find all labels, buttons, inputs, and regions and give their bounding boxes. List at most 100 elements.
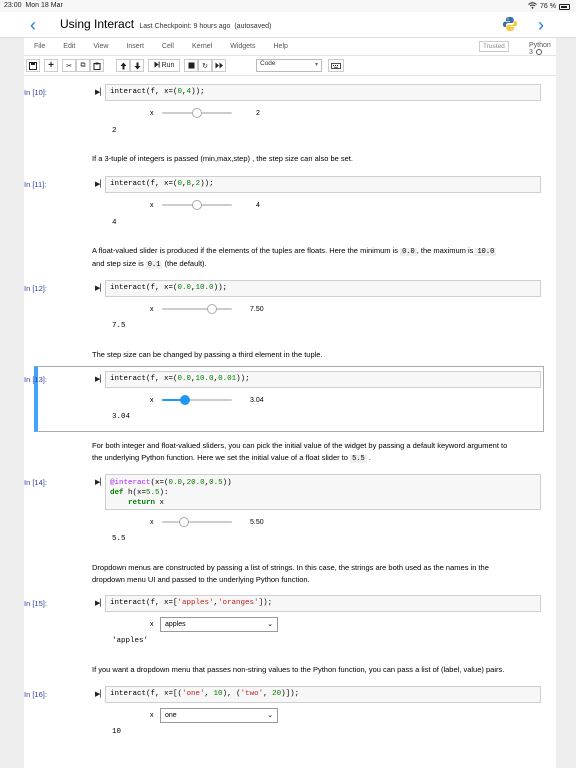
- slider-track: [162, 521, 232, 523]
- markdown-cell: The step size can be changed by passing …: [92, 349, 542, 361]
- widget-label: x: [150, 202, 154, 209]
- slider-thumb[interactable]: [192, 200, 202, 210]
- widget-label: x: [150, 519, 154, 526]
- code-cell-input[interactable]: interact(f, x=[('one', 10), ('two', 20)]…: [105, 686, 541, 703]
- wifi-icon: [528, 2, 537, 11]
- markdown-text: (the default).: [164, 259, 207, 268]
- status-bar: 23:00 Mon 18 Mar 76 %: [0, 0, 576, 12]
- markdown-text: , the maximum is: [416, 246, 474, 255]
- back-chevron-icon[interactable]: ‹: [30, 15, 36, 36]
- code-cell-input[interactable]: interact(f, x=(0.0,10.0));: [105, 280, 541, 297]
- dropdown-value: one: [165, 712, 177, 719]
- slider-thumb[interactable]: [192, 108, 202, 118]
- notebook-title[interactable]: Using Interact: [60, 17, 134, 31]
- cell-prompt: In [14]:: [24, 478, 47, 487]
- cut-icon[interactable]: ✂: [62, 59, 76, 72]
- paste-icon[interactable]: [90, 59, 104, 72]
- notebook-title-area: Using Interact Last Checkpoint: 9 hours …: [60, 17, 271, 31]
- markdown-text: Dropdown menus are constructed by passin…: [92, 563, 489, 572]
- slider-track: [162, 308, 232, 310]
- status-time: 23:00 Mon 18 Mar: [4, 2, 63, 9]
- run-button[interactable]: Run: [148, 59, 180, 72]
- markdown-cell: If you want a dropdown menu that passes …: [92, 664, 542, 676]
- inline-code: 5.5: [350, 455, 367, 463]
- battery-icon: [559, 3, 570, 10]
- widget-label: x: [150, 306, 154, 313]
- battery-percent: 76 %: [540, 3, 556, 10]
- slider-thumb[interactable]: [178, 517, 189, 527]
- slider-thumb[interactable]: [207, 304, 217, 314]
- add-cell-icon[interactable]: +: [44, 59, 58, 72]
- slider-readout: 7.50: [250, 306, 264, 313]
- markdown-text: If a 3-tuple of integers is passed (min,…: [92, 154, 353, 163]
- slider-readout: 5.50: [250, 519, 264, 526]
- slider-thumb[interactable]: [180, 395, 191, 405]
- kernel-status-icon: [535, 49, 542, 55]
- menu-file[interactable]: File: [34, 43, 45, 50]
- chevron-down-icon: ▾: [314, 62, 318, 68]
- slider-readout: 4: [256, 202, 260, 209]
- code-cell-input[interactable]: interact(f, x=(0.0,10.0,0.01));: [105, 371, 541, 388]
- inline-code: 10.0: [475, 248, 497, 256]
- notebook-header: ‹ Using Interact Last Checkpoint: 9 hour…: [0, 12, 576, 38]
- code-cell-input[interactable]: interact(f, x=(0,4));: [105, 84, 541, 101]
- float-slider[interactable]: [162, 304, 232, 314]
- cell-output: 3.04: [112, 413, 131, 421]
- copy-icon[interactable]: ⧉: [76, 59, 90, 72]
- int-slider[interactable]: [162, 108, 232, 118]
- markdown-text: A float-valued slider is produced if the…: [92, 246, 398, 255]
- run-icon: [154, 61, 160, 70]
- menu-kernel[interactable]: Kernel: [192, 43, 212, 50]
- cell-type-select[interactable]: Code ▾: [256, 59, 322, 72]
- widget-label: x: [150, 621, 154, 628]
- cell-prompt: In [12]:: [24, 284, 47, 293]
- markdown-text: and step size is: [92, 259, 144, 268]
- code-cell-input[interactable]: interact(f, x=(0,8,2));: [105, 176, 541, 193]
- menu-view[interactable]: View: [93, 43, 108, 50]
- markdown-cell: Dropdown menus are constructed by passin…: [92, 562, 542, 586]
- cell-prompt: In [11]:: [24, 180, 47, 189]
- markdown-cell: If a 3-tuple of integers is passed (min,…: [92, 153, 542, 165]
- menu-widgets[interactable]: Widgets: [230, 43, 255, 50]
- markdown-cell: For both integer and float-valued slider…: [92, 441, 508, 463]
- move-up-icon[interactable]: [116, 59, 130, 72]
- keyboard-icon[interactable]: [328, 59, 344, 72]
- cell-output: 7.5: [112, 322, 126, 330]
- cell-prompt: In [15]:: [24, 599, 47, 608]
- code-cell-input[interactable]: @interact(x=(0.0,20.0,0.5)) def h(x=5.5)…: [105, 474, 541, 510]
- cell-output: 5.5: [112, 535, 126, 543]
- menu-list: File Edit View Insert Cell Kernel Widget…: [34, 43, 306, 50]
- widget-label: x: [150, 712, 154, 719]
- chevron-down-icon: ⌄: [267, 621, 273, 628]
- dropdown-select[interactable]: one ⌄: [160, 708, 278, 723]
- toolbar: + ✂ ⧉ Run ↻ Code ▾: [24, 56, 556, 76]
- fast-forward-icon[interactable]: [212, 59, 226, 72]
- menu-edit[interactable]: Edit: [63, 43, 75, 50]
- dropdown-select[interactable]: apples ⌄: [160, 617, 278, 632]
- python-logo-icon: [502, 16, 518, 32]
- code-cell-input[interactable]: interact(f, x=['apples','oranges']);: [105, 595, 541, 612]
- int-slider[interactable]: [162, 200, 232, 210]
- cell-prompt: In [16]:: [24, 690, 47, 699]
- menu-help[interactable]: Help: [274, 43, 288, 50]
- restart-icon[interactable]: ↻: [198, 59, 212, 72]
- float-slider[interactable]: [162, 395, 232, 405]
- slider-readout: 2: [256, 110, 260, 117]
- markdown-text: the underlying Python function. Here we …: [92, 453, 348, 462]
- cell-prompt: In [13]:: [24, 375, 47, 384]
- cell-type-value: Code: [260, 60, 276, 67]
- trusted-badge[interactable]: Trusted: [479, 41, 509, 52]
- float-slider[interactable]: [162, 517, 232, 527]
- inline-code: 0.1: [145, 261, 163, 269]
- menu-cell[interactable]: Cell: [162, 43, 174, 50]
- markdown-cell: A float-valued slider is produced if the…: [92, 245, 542, 271]
- save-icon[interactable]: [26, 59, 40, 72]
- cell-output: 'apples': [112, 637, 149, 645]
- move-down-icon[interactable]: [130, 59, 144, 72]
- stop-icon[interactable]: [184, 59, 198, 72]
- markdown-text: If you want a dropdown menu that passes …: [92, 665, 505, 674]
- forward-chevron-icon[interactable]: ›: [538, 15, 544, 36]
- markdown-text: dropdown menu UI and passed to the under…: [92, 575, 310, 584]
- menu-insert[interactable]: Insert: [126, 43, 144, 50]
- cell-output: 2: [112, 127, 117, 135]
